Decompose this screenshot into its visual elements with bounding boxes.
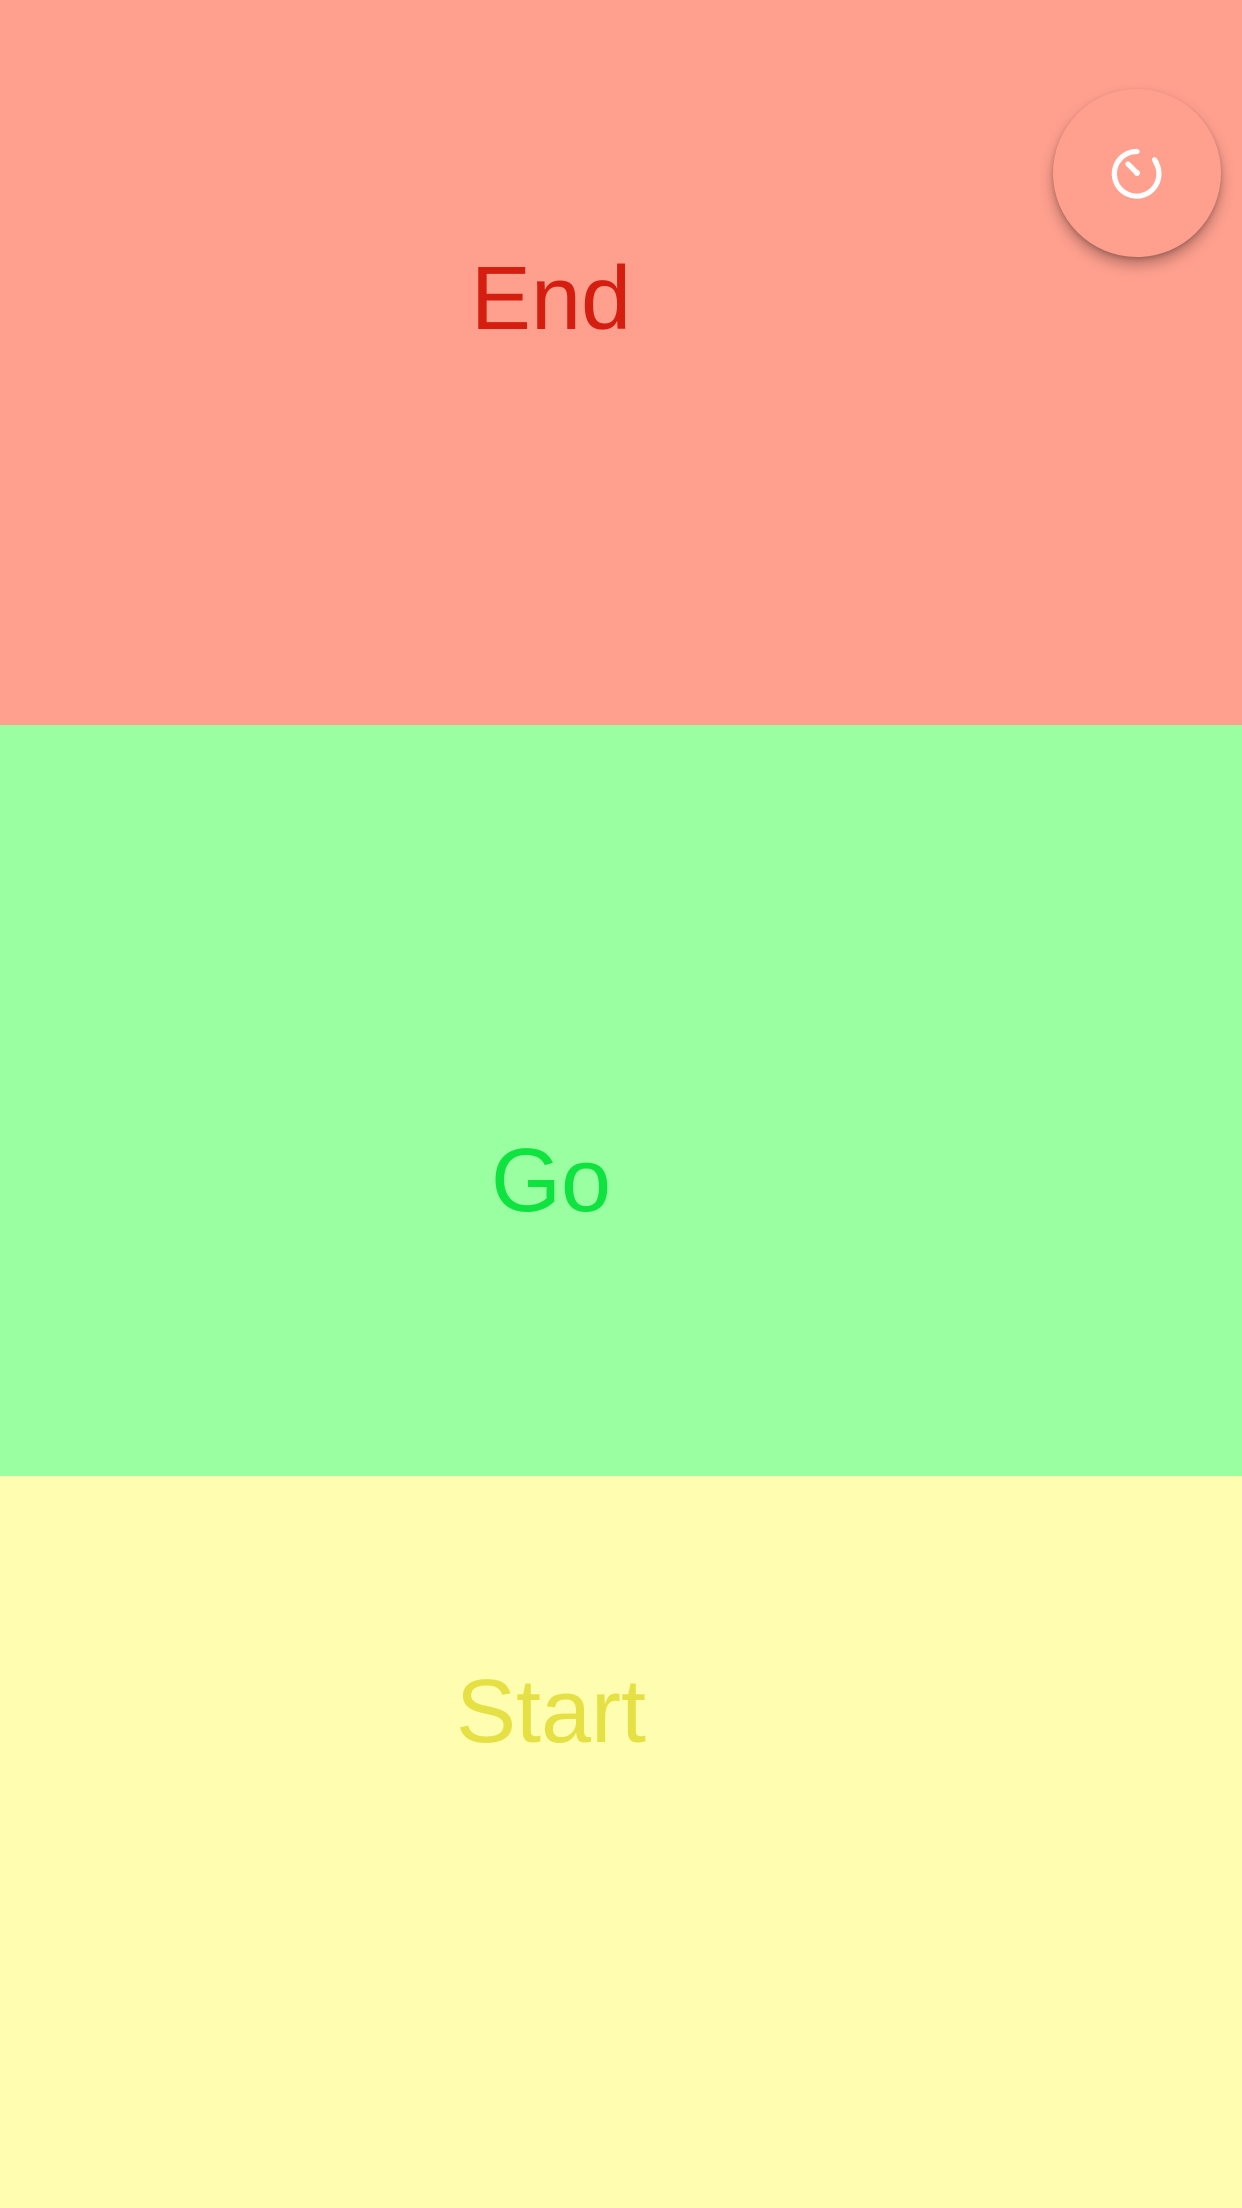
end-zone[interactable]: End — [0, 0, 1242, 725]
start-label: Start — [455, 1662, 647, 1762]
end-label: End — [470, 249, 632, 349]
stopwatch-icon — [1111, 148, 1162, 199]
start-zone[interactable]: Start — [0, 1476, 1242, 2208]
go-label: Go — [490, 1130, 612, 1231]
screen: End Go Start — [0, 0, 1242, 2208]
go-zone[interactable]: Go — [0, 725, 1242, 1476]
timer-button[interactable] — [1053, 89, 1221, 257]
